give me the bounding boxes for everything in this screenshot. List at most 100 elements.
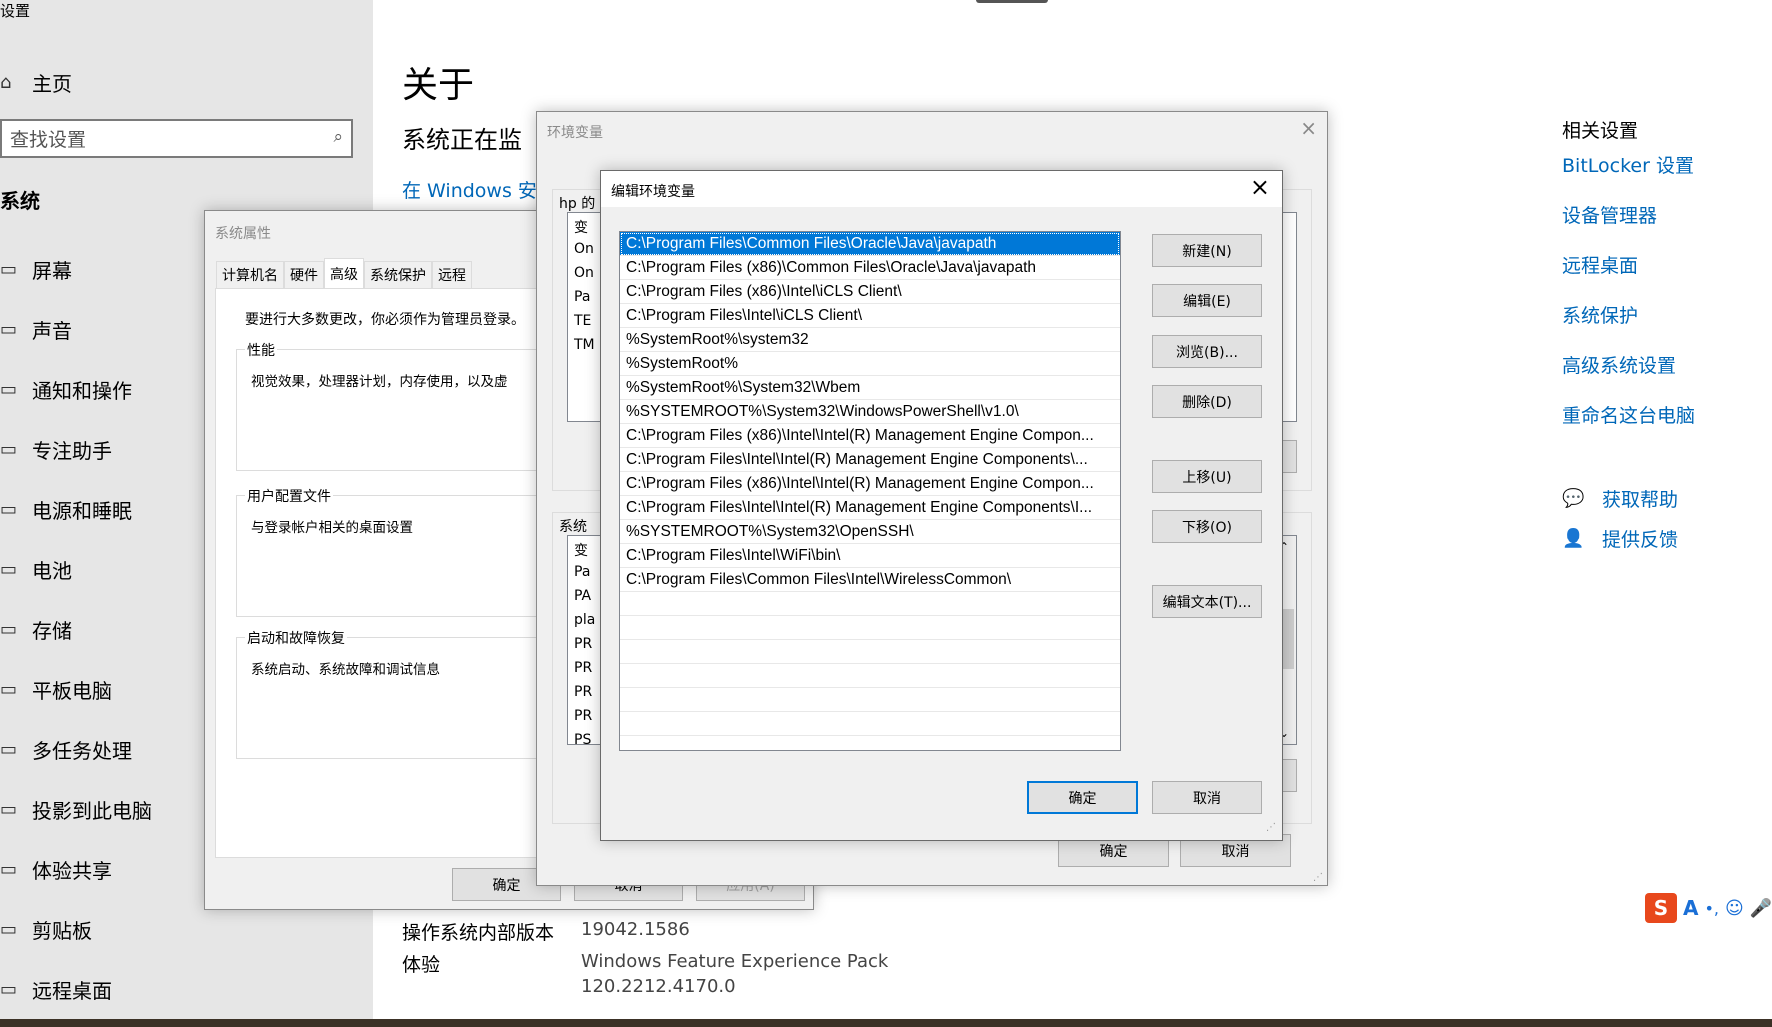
path-entry[interactable]: C:\Program Files\Intel\iCLS Client\	[620, 304, 1120, 328]
nav-item-label: 屏幕	[32, 258, 72, 283]
edit-text-button[interactable]: 编辑文本(T)...	[1152, 585, 1262, 618]
env-row[interactable]: 变	[574, 540, 588, 560]
tab-4[interactable]: 远程	[432, 261, 472, 288]
env-row[interactable]: PR	[574, 660, 592, 676]
related-link-4[interactable]: 高级系统设置	[1562, 351, 1676, 378]
edit-env-ok-button[interactable]: 确定	[1027, 781, 1138, 814]
env-row[interactable]: PR	[574, 636, 592, 652]
get-help-link[interactable]: 💬 获取帮助	[1562, 485, 1678, 512]
monitor-icon: ▭	[0, 258, 18, 280]
path-entry[interactable]: %SystemRoot%\system32	[620, 328, 1120, 352]
path-entry[interactable]: %SystemRoot%	[620, 352, 1120, 376]
sogou-logo-icon[interactable]: S	[1645, 893, 1677, 923]
path-entry[interactable]: %SYSTEMROOT%\System32\WindowsPowerShell\…	[620, 400, 1120, 424]
path-entry[interactable]	[620, 664, 1120, 688]
tab-1[interactable]: 硬件	[284, 261, 324, 288]
feedback-label: 提供反馈	[1602, 529, 1679, 551]
related-link-2[interactable]: 远程桌面	[1562, 251, 1638, 278]
path-entry[interactable]	[620, 616, 1120, 640]
related-link-1[interactable]: 设备管理器	[1562, 201, 1657, 228]
ime-mode-icon[interactable]: A	[1683, 896, 1698, 920]
system-vars-label: 系统	[559, 519, 587, 535]
nav-item-11[interactable]: ▭ 剪贴板	[0, 909, 373, 949]
related-link-0[interactable]: BitLocker 设置	[1562, 151, 1694, 178]
env-row[interactable]: PA	[574, 588, 591, 604]
move-up-button[interactable]: 上移(U)	[1152, 460, 1262, 493]
tablet-icon: ▭	[0, 678, 18, 700]
path-entry[interactable]: C:\Program Files\Common Files\Oracle\Jav…	[620, 232, 1120, 256]
edit-button[interactable]: 编辑(E)	[1152, 284, 1262, 317]
env-row[interactable]: TE	[574, 313, 591, 329]
path-entry[interactable]: %SYSTEMROOT%\System32\OpenSSH\	[620, 520, 1120, 544]
nav-item-label: 电源和睡眠	[32, 498, 132, 523]
multitask-icon: ▭	[0, 738, 18, 760]
window-title: 设置	[0, 2, 31, 20]
new-button[interactable]: 新建(N)	[1152, 234, 1262, 267]
path-entry[interactable]	[620, 688, 1120, 712]
feedback-link[interactable]: 👤 提供反馈	[1562, 525, 1678, 552]
path-entry[interactable]: %SystemRoot%\System32\Wbem	[620, 376, 1120, 400]
env-row[interactable]: On	[574, 265, 594, 281]
nav-item-12[interactable]: ▭ 远程桌面	[0, 969, 373, 1009]
search-placeholder: 查找设置	[10, 129, 87, 151]
experience-value: Windows Feature Experience Pack	[581, 951, 889, 972]
env-row[interactable]: Pa	[574, 564, 590, 580]
env-row[interactable]: PR	[574, 684, 592, 700]
nav-item-label: 专注助手	[32, 438, 112, 463]
user-profile-desc: 与登录帐户相关的桌面设置	[251, 520, 413, 536]
move-down-button[interactable]: 下移(O)	[1152, 510, 1262, 543]
nav-item-label: 电池	[32, 558, 72, 583]
storage-icon: ▭	[0, 618, 18, 640]
section-heading: 系统	[0, 189, 40, 213]
emoji-icon[interactable]: ☺	[1725, 898, 1744, 919]
env-row[interactable]: PS	[574, 732, 591, 748]
related-link-5[interactable]: 重命名这台电脑	[1562, 401, 1695, 428]
path-entry[interactable]: C:\Program Files (x86)\Intel\iCLS Client…	[620, 280, 1120, 304]
path-entries-list[interactable]: C:\Program Files\Common Files\Oracle\Jav…	[619, 231, 1121, 751]
path-entry[interactable]: C:\Program Files\Intel\WiFi\bin\	[620, 544, 1120, 568]
user-vars-label: hp 的	[559, 196, 596, 212]
path-entry[interactable]	[620, 592, 1120, 616]
tab-3[interactable]: 系统保护	[364, 261, 432, 288]
close-icon[interactable]: ×	[1300, 116, 1317, 140]
battery-icon: ▭	[0, 558, 18, 580]
performance-desc: 视觉效果，处理器计划，内存使用，以及虚	[251, 374, 508, 390]
resize-grip-icon[interactable]: ⋰	[1313, 872, 1323, 883]
env-row[interactable]: 变	[574, 217, 588, 237]
env-row[interactable]: Pa	[574, 289, 590, 305]
path-entry[interactable]: C:\Program Files\Intel\Intel(R) Manageme…	[620, 448, 1120, 472]
env-row[interactable]: PR	[574, 708, 592, 724]
share-icon: ▭	[0, 858, 18, 880]
search-input[interactable]: 查找设置 ⌕	[0, 119, 353, 158]
related-link-3[interactable]: 系统保护	[1562, 301, 1638, 328]
microphone-icon[interactable]: 🎤	[1750, 898, 1772, 919]
edit-env-titlebar: 编辑环境变量 ×	[601, 171, 1282, 207]
os-build-value: 19042.1586	[581, 919, 690, 940]
close-icon[interactable]: ×	[1250, 173, 1270, 201]
env-row[interactable]: On	[574, 241, 594, 257]
path-entry[interactable]: C:\Program Files\Intel\Intel(R) Manageme…	[620, 496, 1120, 520]
home-nav[interactable]: ⌂ 主页	[0, 62, 373, 102]
browse-button[interactable]: 浏览(B)...	[1152, 335, 1262, 368]
remote-icon: ▭	[0, 978, 18, 1000]
project-icon: ▭	[0, 798, 18, 820]
tab-0[interactable]: 计算机名	[216, 261, 284, 288]
ime-toolbar[interactable]: S A •, ☺ 🎤	[1645, 893, 1772, 923]
resize-grip-icon[interactable]: ⋰	[1266, 822, 1276, 833]
home-icon: ⌂	[0, 71, 12, 93]
performance-label: 性能	[245, 340, 277, 360]
security-link[interactable]: 在 Windows 安全	[402, 176, 556, 203]
path-entry[interactable]	[620, 640, 1120, 664]
path-entry[interactable]: C:\Program Files (x86)\Intel\Intel(R) Ma…	[620, 472, 1120, 496]
clipboard-icon: ▭	[0, 918, 18, 940]
path-entry[interactable]: C:\Program Files\Common Files\Intel\Wire…	[620, 568, 1120, 592]
delete-button[interactable]: 删除(D)	[1152, 385, 1262, 418]
edit-env-cancel-button[interactable]: 取消	[1152, 781, 1262, 814]
tab-2[interactable]: 高级	[324, 258, 364, 288]
env-row[interactable]: TM	[574, 337, 595, 353]
env-row[interactable]: pla	[574, 612, 595, 628]
path-entry[interactable]: C:\Program Files (x86)\Intel\Intel(R) Ma…	[620, 424, 1120, 448]
punctuation-icon[interactable]: •,	[1704, 899, 1719, 918]
path-entry[interactable]	[620, 712, 1120, 736]
path-entry[interactable]: C:\Program Files (x86)\Common Files\Orac…	[620, 256, 1120, 280]
